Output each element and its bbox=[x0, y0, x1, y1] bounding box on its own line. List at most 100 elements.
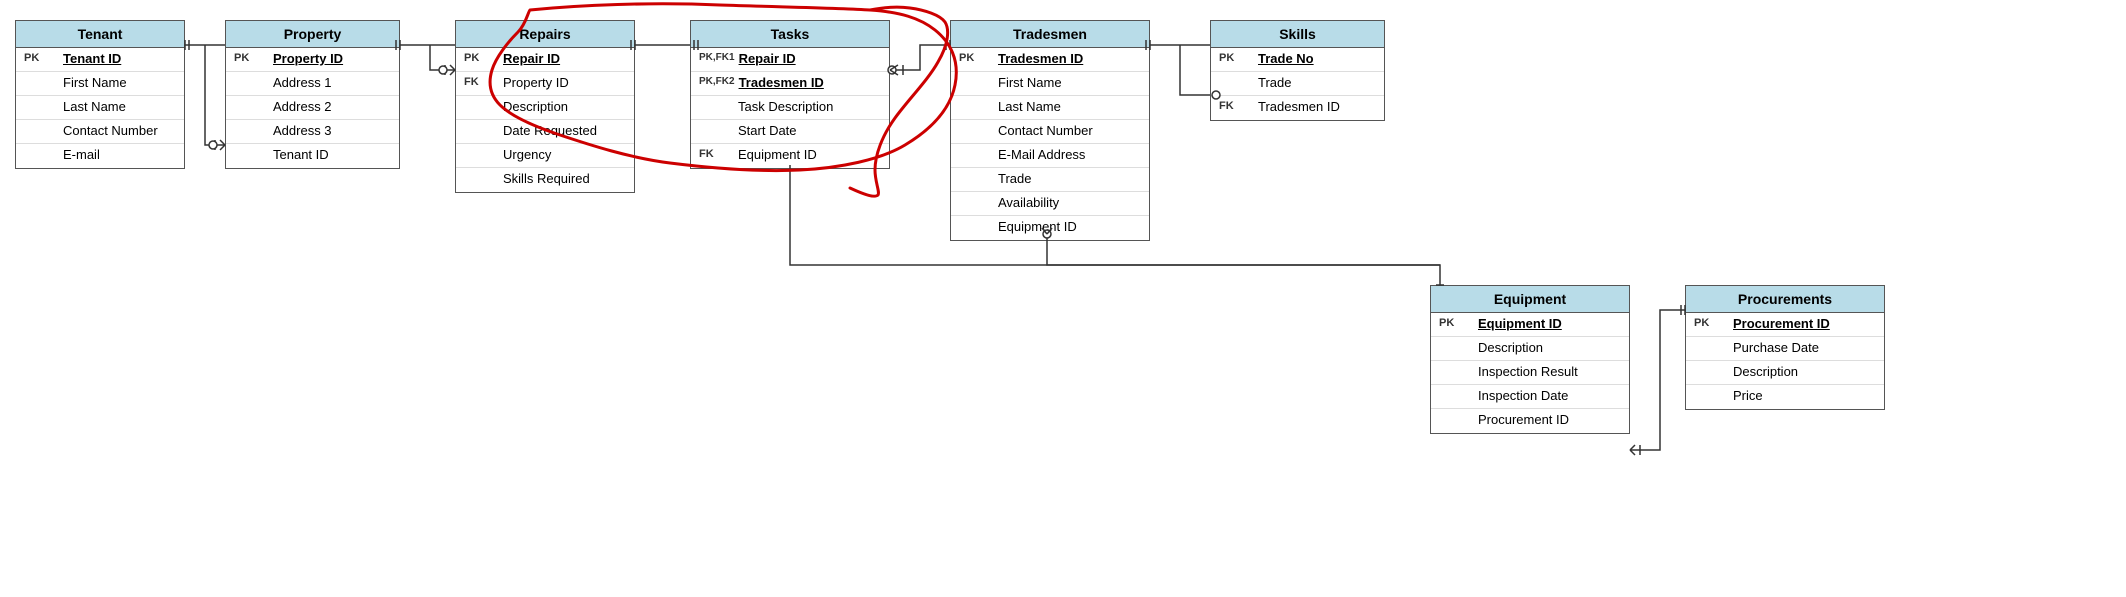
tenant-pk-label: PK bbox=[24, 51, 59, 64]
tradesmen-row-avail: Availability bbox=[951, 192, 1149, 216]
procurements-row-desc: Description bbox=[1686, 361, 1884, 385]
procurements-row-id: PK Procurement ID bbox=[1686, 313, 1884, 337]
tasks-pkfk2-label: PK,FK2 bbox=[699, 75, 735, 87]
skills-entity: Skills PK Trade No Trade FK Tradesmen ID bbox=[1210, 20, 1385, 121]
skills-tradeno-field: Trade No bbox=[1258, 51, 1376, 66]
repairs-urgency-field: Urgency bbox=[503, 147, 626, 162]
tenant-tenantid-field: Tenant ID bbox=[63, 51, 176, 66]
tasks-entity: Tasks PK,FK1 Repair ID PK,FK2 Tradesmen … bbox=[690, 20, 890, 169]
skills-row-trade: Trade bbox=[1211, 72, 1384, 96]
tradesmen-row-equipid: Equipment ID bbox=[951, 216, 1149, 240]
equipment-row-procid: Procurement ID bbox=[1431, 409, 1629, 433]
procurements-entity: Procurements PK Procurement ID Purchase … bbox=[1685, 285, 1885, 410]
tenant-row-contact: Contact Number bbox=[16, 120, 184, 144]
repairs-row-repairid: PK Repair ID bbox=[456, 48, 634, 72]
tradesmen-equipid-field: Equipment ID bbox=[998, 219, 1141, 234]
equipment-inspresult-field: Inspection Result bbox=[1478, 364, 1621, 379]
tasks-startdate-field: Start Date bbox=[738, 123, 881, 138]
tasks-repairid-field: Repair ID bbox=[739, 51, 881, 66]
repairs-datereq-field: Date Requested bbox=[503, 123, 626, 138]
tradesmen-id-field: Tradesmen ID bbox=[998, 51, 1141, 66]
tradesmen-lastname-field: Last Name bbox=[998, 99, 1141, 114]
procurements-price-field: Price bbox=[1733, 388, 1876, 403]
equipment-pk-label: PK bbox=[1439, 316, 1474, 329]
property-addr3-field: Address 3 bbox=[273, 123, 391, 138]
tradesmen-contact-field: Contact Number bbox=[998, 123, 1141, 138]
skills-row-tradeno: PK Trade No bbox=[1211, 48, 1384, 72]
equipment-inspdate-field: Inspection Date bbox=[1478, 388, 1621, 403]
repairs-repairid-field: Repair ID bbox=[503, 51, 626, 66]
procurements-desc-field: Description bbox=[1733, 364, 1876, 379]
skills-pk-label: PK bbox=[1219, 51, 1254, 64]
tradesmen-row-id: PK Tradesmen ID bbox=[951, 48, 1149, 72]
repairs-header: Repairs bbox=[456, 21, 634, 48]
property-row-tenantid: Tenant ID bbox=[226, 144, 399, 168]
tradesmen-firstname-field: First Name bbox=[998, 75, 1141, 90]
tasks-taskdesc-field: Task Description bbox=[738, 99, 881, 114]
skills-header: Skills bbox=[1211, 21, 1384, 48]
tradesmen-row-email: E-Mail Address bbox=[951, 144, 1149, 168]
tasks-fk-label: FK bbox=[699, 147, 734, 160]
tradesmen-entity: Tradesmen PK Tradesmen ID First Name Las… bbox=[950, 20, 1150, 241]
repairs-row-datereq: Date Requested bbox=[456, 120, 634, 144]
procurements-row-purchdate: Purchase Date bbox=[1686, 337, 1884, 361]
tenant-lastname-field: Last Name bbox=[63, 99, 176, 114]
tenant-firstname-field: First Name bbox=[63, 75, 176, 90]
tradesmen-avail-field: Availability bbox=[998, 195, 1141, 210]
tenant-row-lastname: Last Name bbox=[16, 96, 184, 120]
property-row-addr1: Address 1 bbox=[226, 72, 399, 96]
tenant-row-email: E-mail bbox=[16, 144, 184, 168]
property-row-propertyid: PK Property ID bbox=[226, 48, 399, 72]
tradesmen-row-contact: Contact Number bbox=[951, 120, 1149, 144]
tradesmen-trade-field: Trade bbox=[998, 171, 1141, 186]
property-row-addr2: Address 2 bbox=[226, 96, 399, 120]
tasks-row-taskdesc: Task Description bbox=[691, 96, 889, 120]
tradesmen-row-lastname: Last Name bbox=[951, 96, 1149, 120]
repairs-pk-label: PK bbox=[464, 51, 499, 64]
equipment-header: Equipment bbox=[1431, 286, 1629, 313]
procurements-row-price: Price bbox=[1686, 385, 1884, 409]
skills-fk-label: FK bbox=[1219, 99, 1254, 112]
tradesmen-email-field: E-Mail Address bbox=[998, 147, 1141, 162]
repairs-row-propertyid: FK Property ID bbox=[456, 72, 634, 96]
tasks-tradesmenid-field: Tradesmen ID bbox=[739, 75, 881, 90]
procurements-pk-label: PK bbox=[1694, 316, 1729, 329]
repairs-skills-field: Skills Required bbox=[503, 171, 626, 186]
property-row-addr3: Address 3 bbox=[226, 120, 399, 144]
skills-trade-field: Trade bbox=[1258, 75, 1376, 90]
equipment-desc-field: Description bbox=[1478, 340, 1621, 355]
tasks-pkfk1-label: PK,FK1 bbox=[699, 51, 735, 63]
tenant-header: Tenant bbox=[16, 21, 184, 48]
diagram-canvas: Tenant PK Tenant ID First Name Last Name… bbox=[0, 0, 2126, 597]
tenant-row-tenantid: PK Tenant ID bbox=[16, 48, 184, 72]
tenant-entity: Tenant PK Tenant ID First Name Last Name… bbox=[15, 20, 185, 169]
tradesmen-row-firstname: First Name bbox=[951, 72, 1149, 96]
tenant-contact-field: Contact Number bbox=[63, 123, 176, 138]
tradesmen-pk-label: PK bbox=[959, 51, 994, 64]
repairs-row-urgency: Urgency bbox=[456, 144, 634, 168]
property-pk-label: PK bbox=[234, 51, 269, 64]
equipment-row-inspresult: Inspection Result bbox=[1431, 361, 1629, 385]
property-propertyid-field: Property ID bbox=[273, 51, 391, 66]
equipment-row-desc: Description bbox=[1431, 337, 1629, 361]
tradesmen-row-trade: Trade bbox=[951, 168, 1149, 192]
property-addr1-field: Address 1 bbox=[273, 75, 391, 90]
tasks-row-tradesmenid: PK,FK2 Tradesmen ID bbox=[691, 72, 889, 96]
procurements-purchdate-field: Purchase Date bbox=[1733, 340, 1876, 355]
tenant-email-field: E-mail bbox=[63, 147, 176, 162]
equipment-row-id: PK Equipment ID bbox=[1431, 313, 1629, 337]
tasks-row-repairid: PK,FK1 Repair ID bbox=[691, 48, 889, 72]
repairs-entity: Repairs PK Repair ID FK Property ID Desc… bbox=[455, 20, 635, 193]
property-tenantid-field: Tenant ID bbox=[273, 147, 391, 162]
property-addr2-field: Address 2 bbox=[273, 99, 391, 114]
tasks-row-equipmentid: FK Equipment ID bbox=[691, 144, 889, 168]
procurements-id-field: Procurement ID bbox=[1733, 316, 1876, 331]
tasks-header: Tasks bbox=[691, 21, 889, 48]
repairs-fk-label: FK bbox=[464, 75, 499, 88]
property-entity: Property PK Property ID Address 1 Addres… bbox=[225, 20, 400, 169]
skills-row-tradesmenid: FK Tradesmen ID bbox=[1211, 96, 1384, 120]
property-header: Property bbox=[226, 21, 399, 48]
equipment-entity: Equipment PK Equipment ID Description In… bbox=[1430, 285, 1630, 434]
equipment-procid-field: Procurement ID bbox=[1478, 412, 1621, 427]
equipment-row-inspdate: Inspection Date bbox=[1431, 385, 1629, 409]
